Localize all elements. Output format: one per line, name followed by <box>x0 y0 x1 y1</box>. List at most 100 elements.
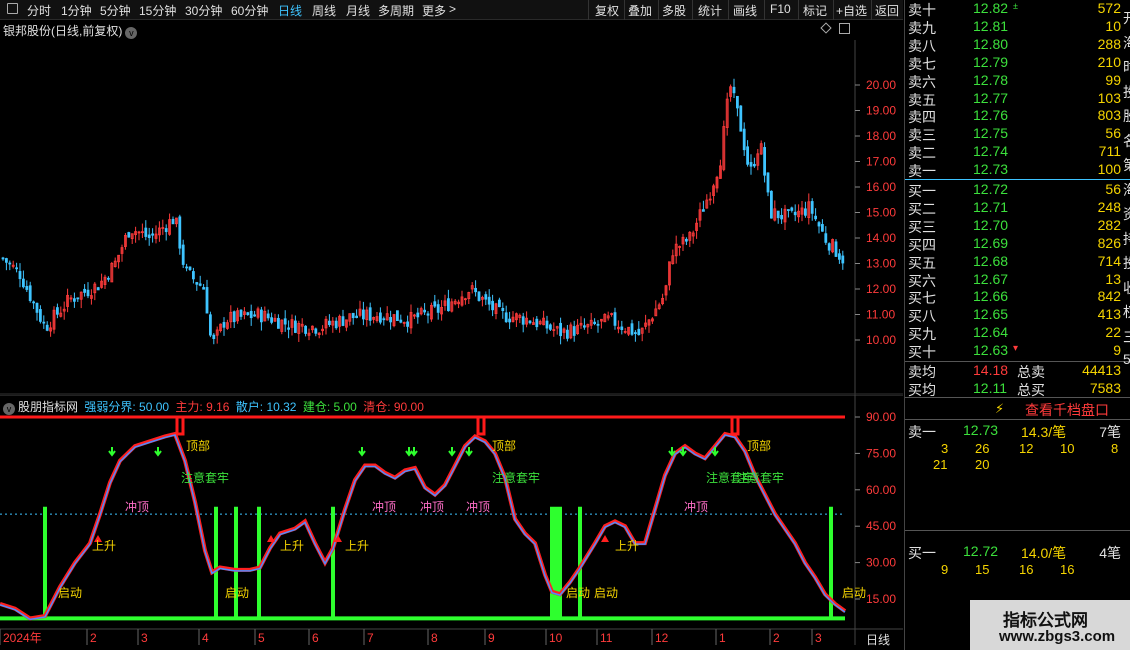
ask-level-row[interactable]: 卖二 12.74 711 <box>905 143 1121 161</box>
candle-body <box>334 320 338 329</box>
overlay-button[interactable]: 叠加 <box>628 2 652 19</box>
bid-price: 12.64 <box>973 324 1009 341</box>
period-tab-daily[interactable]: 日线 <box>278 2 302 19</box>
ask-level-row[interactable]: 卖七 12.79 210 <box>905 54 1121 72</box>
period-tab-60min[interactable]: 60分钟 <box>231 2 268 19</box>
bid-level-row[interactable]: 买十 12.63 9 ▾ <box>905 342 1121 360</box>
signal-annotation: 上升 <box>615 539 639 553</box>
candle-body <box>389 317 393 323</box>
period-tab-more[interactable]: 更多 <box>422 2 446 19</box>
candle-body <box>474 287 478 293</box>
bid-volume: 714 <box>1097 252 1121 269</box>
stats-button[interactable]: 统计 <box>698 2 722 19</box>
bid-level-row[interactable]: 买九 12.64 22 <box>905 324 1121 342</box>
candle-body <box>446 298 450 312</box>
draw-line-button[interactable]: 画线 <box>733 2 757 19</box>
indicator-chart[interactable]: 90.00 75.00 60.00 45.00 30.00 15.00 顶部注意套牢冲顶上… <box>0 395 903 645</box>
ask-level-row[interactable]: 卖三 12.75 56 <box>905 125 1121 143</box>
clear-spike <box>476 417 486 436</box>
candle-body <box>205 287 209 314</box>
mark-button[interactable]: 标记 <box>803 2 827 19</box>
date-tick-label: 2 <box>773 631 780 645</box>
indicator-tick-label: 15.00 <box>866 592 896 606</box>
bid-level-row[interactable]: 买三 12.70 282 <box>905 217 1121 235</box>
bid-level-label: 买十 <box>908 344 936 361</box>
period-tab-30min[interactable]: 30分钟 <box>185 2 222 19</box>
ask-level-row[interactable]: 卖四 12.76 803 <box>905 107 1121 125</box>
candle-body <box>702 209 705 212</box>
bid-volume: 842 <box>1097 288 1121 305</box>
stock-name: 银邦股份 <box>3 24 52 38</box>
thousand-level-button[interactable]: 查看千档盘口 <box>1025 400 1109 420</box>
ask-price: 12.73 <box>973 161 1009 178</box>
candle-body <box>96 287 100 291</box>
add-watchlist-button[interactable]: +自选 <box>836 2 867 19</box>
period-tab-monthly[interactable]: 月线 <box>346 2 370 19</box>
period-tab-15min[interactable]: 15分钟 <box>139 2 176 19</box>
ask-level-row[interactable]: 卖六 12.78 99 <box>905 72 1121 90</box>
bid-level-row[interactable]: 买七 12.66 842 <box>905 288 1121 306</box>
period-tab-1min[interactable]: 1分钟 <box>61 2 92 19</box>
price-tick-label: 17.00 <box>866 155 896 169</box>
bid-price: 12.72 <box>973 181 1009 197</box>
candle-body <box>593 321 596 325</box>
chevron-down-icon[interactable]: v <box>125 27 138 39</box>
candle-body <box>406 321 410 327</box>
bid-level-row[interactable]: 买八 12.65 413 <box>905 306 1121 324</box>
bid-price: 12.69 <box>973 234 1009 251</box>
bid-volume: 22 <box>1105 324 1121 341</box>
signal-annotation: 注意套牢 <box>181 470 229 485</box>
bid-price: 12.67 <box>973 270 1009 287</box>
candle-body <box>164 228 168 233</box>
menu-icon[interactable] <box>7 3 18 14</box>
candlestick-chart[interactable]: 20.00 19.00 18.00 17.00 16.00 15.00 14.00 13.00… <box>0 40 903 395</box>
bid-level-row[interactable]: 买五 12.68 714 <box>905 253 1121 271</box>
period-tab-tick[interactable]: 分时 <box>27 2 51 19</box>
ask-level-row[interactable]: 卖一 12.73 100 <box>905 161 1121 179</box>
diamond-icon[interactable] <box>820 22 832 34</box>
date-tick-label: 1 <box>719 631 726 645</box>
chevron-right-icon[interactable]: > <box>449 2 456 16</box>
ask-level-row[interactable]: 卖八 12.80 288 <box>905 36 1121 54</box>
ask-price: 12.82 <box>973 0 1009 16</box>
candle-body <box>749 162 753 167</box>
candle-body <box>83 288 86 293</box>
side-panel-char: 投 <box>1123 253 1130 273</box>
candle-body <box>270 317 274 323</box>
attention-arrow-icon <box>358 447 366 457</box>
price-tick-label: 19.00 <box>866 104 896 118</box>
candle-body <box>736 95 739 109</box>
candle-body <box>15 267 19 270</box>
date-tick-label: 11 <box>600 631 613 645</box>
side-panel-char: 持 <box>1123 229 1130 249</box>
date-tick-label: 5 <box>258 631 265 645</box>
adjust-button[interactable]: 复权 <box>595 2 619 19</box>
candle-body <box>521 316 525 325</box>
period-tab-weekly[interactable]: 周线 <box>312 2 336 19</box>
bid-volume: 826 <box>1097 234 1121 251</box>
bid-level-row[interactable]: 买六 12.67 13 <box>905 271 1121 289</box>
attention-arrow-icon <box>668 447 676 457</box>
bid-level-row[interactable]: 买二 12.71 248 <box>905 199 1121 217</box>
candle-body <box>178 216 182 249</box>
ask-level-row[interactable]: 卖九 12.81 10 <box>905 18 1121 36</box>
signal-annotation: 启动 <box>842 586 866 600</box>
window-icon[interactable] <box>839 23 850 34</box>
candle-body <box>613 312 617 326</box>
back-button[interactable]: 返回 <box>875 2 899 19</box>
ask-level-row[interactable]: 卖五 12.77 103 <box>905 90 1121 108</box>
bid-level-row[interactable]: 买一 12.72 56 <box>905 181 1121 199</box>
bid-price: 12.66 <box>973 288 1009 305</box>
multi-stock-button[interactable]: 多股 <box>662 2 686 19</box>
period-tab-5min[interactable]: 5分钟 <box>100 2 131 19</box>
ask-volume: 572 <box>1097 0 1121 16</box>
bid-average-row: 买均 12.11 总买 7583 <box>908 380 1121 398</box>
watermark-url: www.zbgs3.com <box>999 628 1116 645</box>
candle-body <box>361 309 365 320</box>
f10-button[interactable]: F10 <box>770 2 791 16</box>
ask-level-row[interactable]: 卖十 12.82 572 ± <box>905 0 1121 18</box>
bottom-tab-daily[interactable]: 日线 <box>866 631 890 648</box>
period-tab-multi[interactable]: 多周期 <box>378 2 414 19</box>
watermark-banner: 指标公式网 www.zbgs3.com <box>970 600 1130 650</box>
bid-level-row[interactable]: 买四 12.69 826 <box>905 235 1121 253</box>
